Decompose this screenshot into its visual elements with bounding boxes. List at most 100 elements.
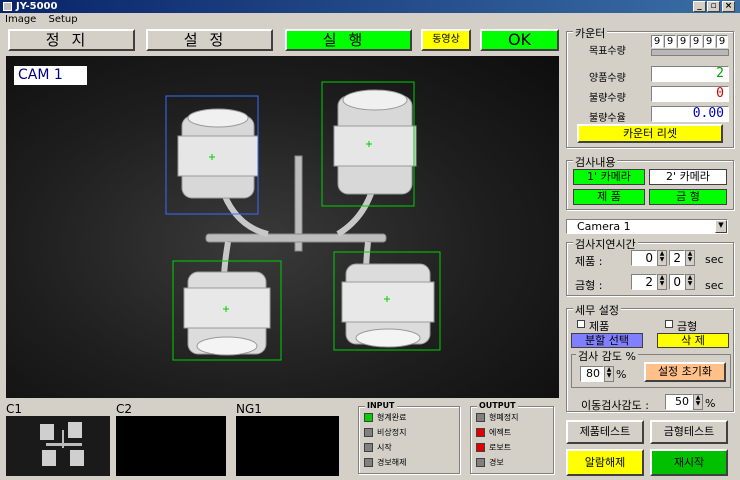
run-button[interactable]: 실행 <box>285 29 412 51</box>
thumb-c1-label: C1 <box>6 402 23 416</box>
settings-button[interactable]: 설정 <box>146 29 273 51</box>
detail-title: 세무 설정 <box>573 302 621 318</box>
delay-product-unit: sec <box>705 253 724 266</box>
inspection-title: 검사내용 <box>573 154 618 170</box>
alarm-off-button[interactable]: 알람해제 <box>566 449 644 476</box>
delay-mold-label: 금형 : <box>575 279 603 292</box>
target-digit-3[interactable]: 9 <box>690 35 702 48</box>
thumb-c2[interactable] <box>116 416 226 476</box>
part-upper-left <box>177 108 259 199</box>
good-label: 양품수량 <box>589 73 626 84</box>
good-count: 2 <box>651 66 729 82</box>
input-item-3: 경보해제 <box>364 457 406 468</box>
delay-product-a-spin[interactable]: ▲ ▼ <box>657 250 667 266</box>
output-item-3: 경보 <box>476 457 504 468</box>
delay-product-b-spin[interactable]: ▲ ▼ <box>685 250 695 266</box>
camera2-toggle[interactable]: 2' 카메라 <box>649 169 727 185</box>
target-digit-0[interactable]: 9 <box>651 35 663 48</box>
input-led-3 <box>364 458 373 467</box>
product-toggle[interactable]: 제 품 <box>573 189 645 205</box>
part-lower-left <box>183 271 271 356</box>
input-group: INPUT 형계완료 비상정지 시작 경보해제 <box>358 401 460 474</box>
restart-button[interactable]: 재시작 <box>650 449 728 476</box>
menu-setup[interactable]: Setup <box>49 14 78 25</box>
output-led-1 <box>476 428 485 437</box>
thumb-ng1-label: NG1 <box>236 402 262 416</box>
counter-group: 카운터 목표수량 9 9 9 9 9 9 양품수량 2 불량수량 0 불량수율 … <box>566 25 734 148</box>
product-checkbox[interactable] <box>577 320 585 328</box>
output-item-0: 형폐정지 <box>476 412 518 423</box>
menu-bar: Image Setup <box>0 13 740 26</box>
delay-mold-b[interactable]: 0 <box>669 274 685 290</box>
part-upper-right <box>333 89 417 195</box>
maximize-button[interactable]: ▫ <box>707 1 720 12</box>
camera-select[interactable]: Camera 1 ▼ <box>566 219 728 234</box>
chevron-down-icon[interactable]: ▼ <box>715 220 727 233</box>
thumb-c2-label: C2 <box>116 402 133 416</box>
mold-checkbox[interactable] <box>665 320 673 328</box>
sensitivity-percent: % <box>616 368 627 381</box>
title-bar: JY-5000 _ ▫ × <box>0 0 740 13</box>
input-led-1 <box>364 428 373 437</box>
counter-title: 카운터 <box>573 25 608 41</box>
delay-product-a[interactable]: 0 <box>631 250 657 266</box>
output-title: OUTPUT <box>477 401 518 410</box>
app-icon <box>3 2 12 11</box>
target-spin-strip[interactable] <box>651 49 729 56</box>
delete-button[interactable]: 삭 제 <box>657 333 729 348</box>
ok-status: OK <box>480 29 559 51</box>
detail-group: 세무 설정 제품 금형 분할 선택 삭 제 검사 감도 % 80 ▲ ▼ % 설정… <box>566 302 734 412</box>
close-button[interactable]: × <box>722 1 735 12</box>
thumb-c1[interactable] <box>6 416 110 476</box>
move-sensitivity-input[interactable]: 50 <box>665 394 693 410</box>
window-title: JY-5000 <box>16 1 58 12</box>
mold-toggle[interactable]: 금 형 <box>649 189 727 205</box>
input-led-2 <box>364 443 373 452</box>
counter-reset-button[interactable]: 카운터 리셋 <box>577 124 723 143</box>
output-led-2 <box>476 443 485 452</box>
stop-button[interactable]: 정지 <box>8 29 135 51</box>
camera-select-value: Camera 1 <box>577 220 631 233</box>
delay-mold-b-spin[interactable]: ▲ ▼ <box>685 274 695 290</box>
product-test-button[interactable]: 제품테스트 <box>566 420 644 444</box>
video-button[interactable]: 동영상 <box>421 29 471 51</box>
delay-group: 검사지연시간 제품 : 0 ▲ ▼ 2 ▲ ▼ sec 금형 : 2 ▲ ▼ 0 ▲ ▼… <box>566 236 734 296</box>
target-digits[interactable]: 9 9 9 9 9 9 <box>651 35 731 59</box>
camera-label: CAM 1 <box>14 66 87 85</box>
input-item-1: 비상정지 <box>364 427 406 438</box>
bad-label: 불량수량 <box>589 93 626 104</box>
camera1-toggle[interactable]: 1' 카메라 <box>573 169 645 185</box>
camera-image <box>165 81 441 361</box>
mold-test-button[interactable]: 금형테스트 <box>650 420 728 444</box>
move-sensitivity-spin[interactable]: ▲ ▼ <box>693 394 703 410</box>
delay-mold-a-spin[interactable]: ▲ ▼ <box>657 274 667 290</box>
sensitivity-spin[interactable]: ▲ ▼ <box>604 366 614 382</box>
reset-settings-button[interactable]: 설정 초기화 <box>644 362 726 382</box>
input-item-0: 형계완료 <box>364 412 406 423</box>
bad-count: 0 <box>651 86 729 102</box>
defect-rate: 0.00 <box>651 106 729 122</box>
delay-mold-a[interactable]: 2 <box>631 274 657 290</box>
move-sensitivity-percent: % <box>705 397 716 410</box>
output-led-0 <box>476 413 485 422</box>
camera-view[interactable] <box>6 56 559 398</box>
minimize-button[interactable]: _ <box>693 1 706 12</box>
target-digit-5[interactable]: 9 <box>716 35 728 48</box>
thumb-ng1[interactable] <box>236 416 339 476</box>
product-checkbox-label: 제품 <box>589 320 610 333</box>
delay-mold-unit: sec <box>705 279 724 292</box>
part-lower-right <box>341 263 435 348</box>
thumb-c1-image <box>6 416 110 476</box>
menu-image[interactable]: Image <box>5 14 36 25</box>
target-digit-2[interactable]: 9 <box>677 35 689 48</box>
output-led-3 <box>476 458 485 467</box>
delay-title: 검사지연시간 <box>573 236 638 252</box>
output-group: OUTPUT 형폐정지 에젝트 로보트 경보 <box>470 401 554 474</box>
delay-product-b[interactable]: 2 <box>669 250 685 266</box>
delay-product-label: 제품 : <box>575 255 603 268</box>
sensitivity-input[interactable]: 80 <box>580 366 604 382</box>
target-digit-4[interactable]: 9 <box>703 35 715 48</box>
select-area-button[interactable]: 분할 선택 <box>571 333 643 348</box>
target-digit-1[interactable]: 9 <box>664 35 676 48</box>
output-item-2: 로보트 <box>476 442 511 453</box>
